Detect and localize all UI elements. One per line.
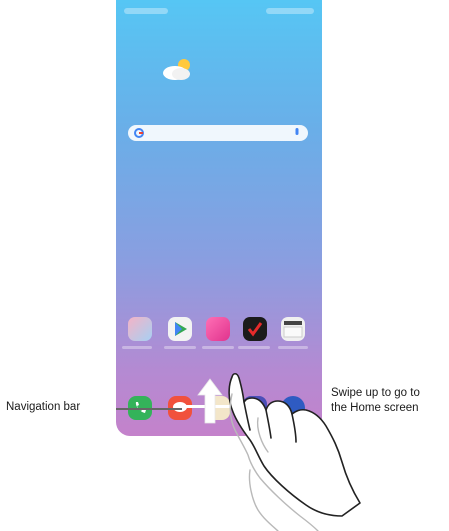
app-label (278, 346, 308, 349)
google-icon (134, 128, 144, 138)
app-label (202, 346, 234, 349)
partly-cloudy-icon[interactable] (160, 56, 196, 82)
swipe-callout-line1: Swipe up to go to (331, 387, 420, 399)
internet-icon[interactable] (281, 396, 305, 420)
mic-icon[interactable] (294, 128, 300, 138)
todo-icon[interactable] (243, 317, 267, 341)
status-bar-right (266, 8, 314, 14)
qmemo-icon[interactable] (206, 317, 230, 341)
app-label (238, 346, 270, 349)
navigation-bar[interactable] (182, 405, 260, 408)
search-bar[interactable] (128, 125, 308, 141)
status-bar (116, 0, 322, 22)
more-apps-icon[interactable] (281, 317, 305, 341)
play-store-icon[interactable] (168, 317, 192, 341)
swipe-callout-line2: the Home screen (331, 402, 419, 414)
navigation-bar-label: Navigation bar (6, 401, 81, 413)
phone-screen (116, 0, 322, 436)
browser-icon[interactable] (243, 396, 267, 420)
app-label (164, 346, 196, 349)
status-bar-left (124, 8, 168, 14)
camera-icon[interactable] (206, 396, 230, 420)
app-label (122, 346, 152, 349)
swipe-callout: Swipe up to go to the Home screen (331, 386, 420, 416)
navigation-bar-leader-line (116, 408, 182, 410)
gallery-icon[interactable] (128, 317, 152, 341)
